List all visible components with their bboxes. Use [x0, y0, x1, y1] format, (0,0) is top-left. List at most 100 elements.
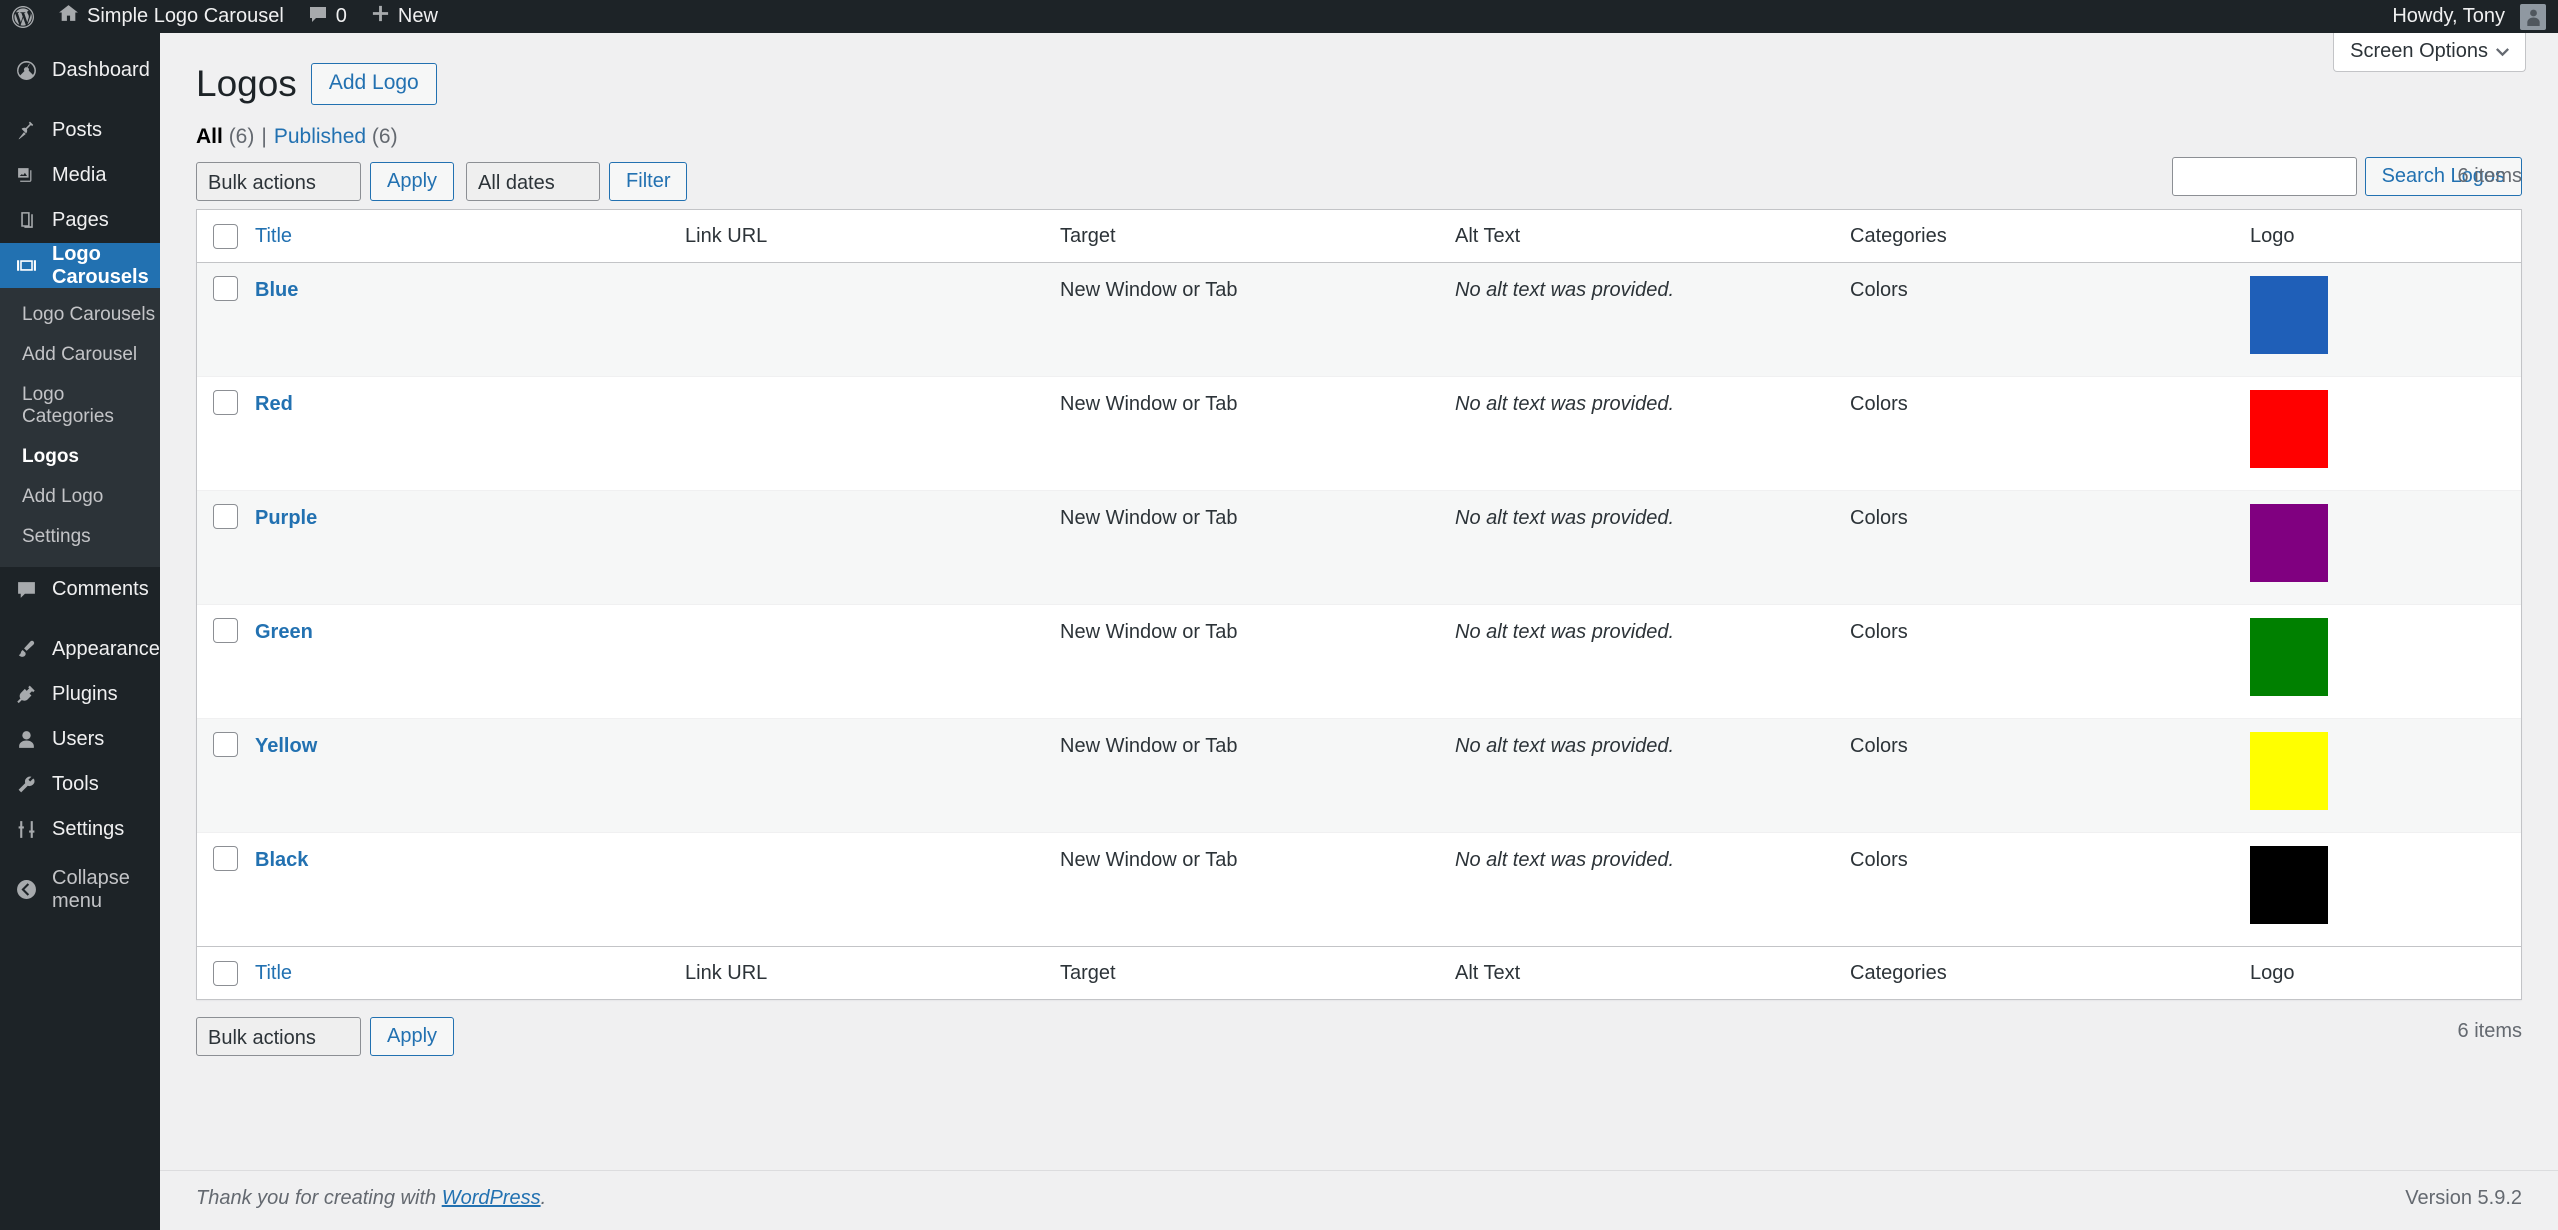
- user-icon: [10, 729, 42, 750]
- home-icon: [58, 3, 79, 30]
- filter-button[interactable]: Filter: [609, 161, 688, 201]
- new-content-label: New: [397, 5, 438, 27]
- view-published-count: (6): [371, 125, 398, 149]
- column-footer-target: Target: [1044, 946, 1439, 999]
- sidebar-item-posts[interactable]: Posts: [0, 108, 160, 153]
- submenu-item-logo-categories[interactable]: Logo Categories: [0, 375, 160, 437]
- view-published: Published (6): [274, 125, 398, 149]
- sort-title-link-bottom[interactable]: Title: [255, 962, 292, 984]
- screen-options-button[interactable]: Screen Options: [2333, 33, 2526, 72]
- row-title-link[interactable]: Purple: [255, 507, 317, 529]
- new-content-menu-item[interactable]: New: [359, 0, 450, 33]
- row-title-link[interactable]: Green: [255, 621, 313, 643]
- admin-sidebar: Dashboard Posts Media Pages Logo Carouse…: [0, 33, 168, 1230]
- row-categories-cell: Colors: [1834, 376, 2234, 490]
- admin-bar-right-group: Howdy, Tony: [2380, 0, 2558, 33]
- collapse-menu-button[interactable]: Collapse menu: [0, 867, 160, 912]
- sidebar-item-label: Appearance: [52, 638, 160, 660]
- wp-logo-menu-item[interactable]: [0, 0, 46, 33]
- add-logo-button[interactable]: Add Logo: [310, 63, 437, 105]
- search-input[interactable]: [2171, 157, 2357, 197]
- row-checkbox[interactable]: [213, 276, 238, 302]
- row-title-link[interactable]: Black: [255, 849, 308, 871]
- views-separator: |: [261, 125, 267, 149]
- row-checkbox[interactable]: [213, 504, 238, 530]
- sidebar-item-label: Users: [52, 728, 105, 750]
- column-header-categories: Categories: [1834, 210, 2234, 264]
- sidebar-item-media[interactable]: Media: [0, 153, 160, 198]
- table-footer-row: Title Link URL Target Alt Text Categorie…: [197, 946, 2521, 999]
- apply-button-bottom[interactable]: Apply: [370, 1016, 455, 1056]
- column-footer-alt-text: Alt Text: [1439, 946, 1834, 999]
- sidebar-item-settings[interactable]: Settings: [0, 807, 160, 852]
- items-count-bottom: 6 items: [2457, 1020, 2522, 1043]
- submenu-item-logo-carousels[interactable]: Logo Carousels: [0, 295, 160, 335]
- row-checkbox[interactable]: [213, 846, 238, 872]
- submenu-item-settings[interactable]: Settings: [0, 517, 160, 557]
- view-published-link[interactable]: Published: [274, 125, 366, 148]
- submenu-item-add-logo[interactable]: Add Logo: [0, 477, 160, 517]
- column-header-link-url: Link URL: [669, 210, 1044, 264]
- sidebar-item-comments[interactable]: Comments: [0, 567, 160, 612]
- sidebar-item-logo-carousels[interactable]: Logo Carousels: [0, 242, 168, 288]
- dashboard-icon: [10, 60, 42, 81]
- sidebar-item-label: Logo Carousels: [52, 242, 149, 288]
- row-title-link[interactable]: Blue: [255, 279, 298, 301]
- howdy-label: Howdy, Tony: [2392, 5, 2505, 27]
- row-title-link[interactable]: Red: [255, 393, 293, 415]
- wrench-icon: [10, 774, 42, 795]
- apply-button-top[interactable]: Apply: [370, 161, 455, 201]
- row-logo-cell: [2234, 832, 2521, 946]
- sliders-icon: [10, 819, 42, 840]
- sidebar-item-plugins[interactable]: Plugins: [0, 672, 160, 717]
- sidebar-item-dashboard[interactable]: Dashboard: [0, 48, 160, 93]
- row-title-cell: Black: [239, 832, 669, 946]
- logo-swatch: [2250, 732, 2328, 811]
- row-link-url-cell: [669, 376, 1044, 490]
- collapse-menu-label: Collapse menu: [52, 866, 130, 912]
- row-checkbox[interactable]: [213, 390, 238, 416]
- site-name-menu-item[interactable]: Simple Logo Carousel: [46, 0, 296, 33]
- row-checkbox[interactable]: [213, 732, 238, 758]
- wordpress-link[interactable]: WordPress: [442, 1187, 541, 1209]
- footer-thanks-suffix: .: [540, 1187, 547, 1209]
- row-categories-cell: Colors: [1850, 279, 1908, 302]
- row-title-link[interactable]: Yellow: [255, 735, 317, 757]
- select-all-header-bottom: [197, 946, 239, 999]
- column-footer-logo: Logo: [2234, 946, 2521, 999]
- submenu-item-label: Add Logo: [22, 486, 104, 507]
- date-filter-select[interactable]: All dates: [466, 161, 601, 201]
- row-categories-cell: Colors: [1834, 490, 2234, 604]
- submenu-item-add-carousel[interactable]: Add Carousel: [0, 335, 160, 375]
- row-categories-cell: Colors: [1834, 604, 2234, 718]
- page-title-row: Logos Add Logo: [196, 33, 2522, 108]
- table-row: Black New Window or Tab No alt text was pr…: [197, 832, 2521, 947]
- row-select-cell: [197, 376, 239, 490]
- select-all-checkbox-bottom[interactable]: [213, 960, 238, 986]
- bulk-actions-select-top[interactable]: Bulk actions: [196, 161, 361, 201]
- row-title-cell: Purple: [239, 490, 669, 604]
- sort-title-link-top[interactable]: Title: [255, 225, 292, 247]
- admin-bar: Simple Logo Carousel 0 New Howdy, Tony: [0, 0, 2558, 33]
- sidebar-top-spacer: [0, 33, 160, 48]
- chevron-down-icon: [2496, 40, 2509, 63]
- row-target-cell: New Window or Tab: [1044, 604, 1439, 718]
- sidebar-item-tools[interactable]: Tools: [0, 762, 160, 807]
- submenu-item-logos[interactable]: Logos: [0, 437, 160, 477]
- bulk-actions-select-bottom[interactable]: Bulk actions: [196, 1016, 361, 1056]
- sidebar-item-appearance[interactable]: Appearance: [0, 627, 160, 672]
- comments-menu-item[interactable]: 0: [296, 0, 359, 33]
- my-account-menu-item[interactable]: Howdy, Tony: [2380, 0, 2558, 33]
- row-target-cell: New Window or Tab: [1044, 490, 1439, 604]
- row-title-cell: Red: [239, 376, 669, 490]
- row-checkbox[interactable]: [213, 618, 238, 644]
- row-title-cell: Green: [239, 604, 669, 718]
- sidebar-item-users[interactable]: Users: [0, 717, 160, 762]
- select-all-checkbox-top[interactable]: [213, 223, 238, 249]
- footer-thanks-prefix: Thank you for creating with: [196, 1187, 442, 1209]
- column-header-title: Title: [239, 210, 669, 264]
- view-all-link[interactable]: All: [196, 125, 223, 148]
- sidebar-item-pages[interactable]: Pages: [0, 198, 160, 243]
- row-link-url-cell: [669, 263, 1044, 376]
- sidebar-item-label: Settings: [52, 818, 125, 840]
